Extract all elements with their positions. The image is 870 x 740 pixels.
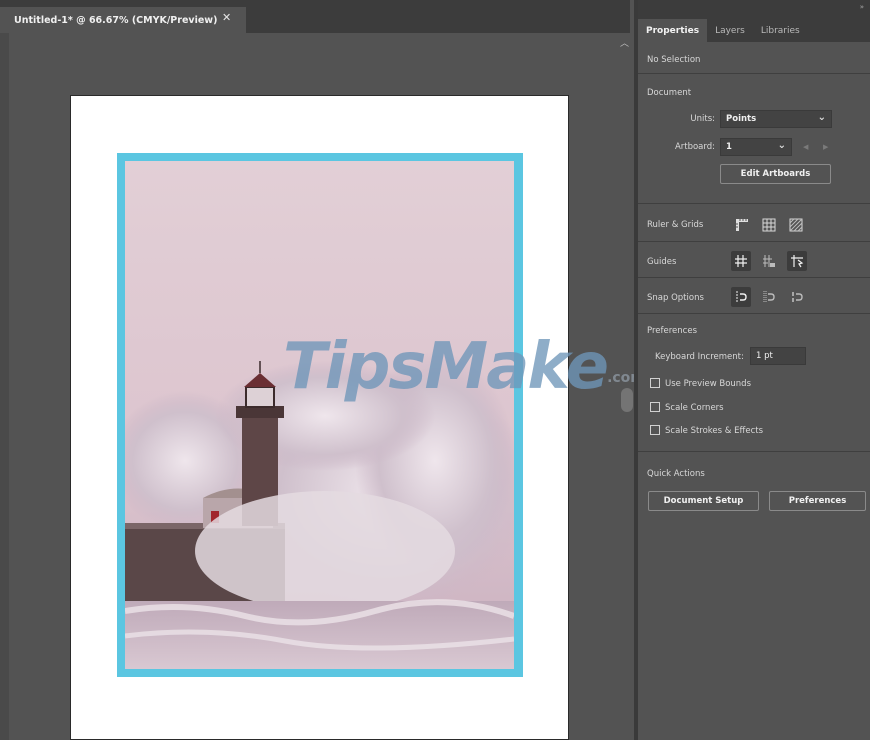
vertical-scrollbar-thumb[interactable] xyxy=(621,388,633,412)
smart-guides-icon[interactable] xyxy=(787,251,807,271)
section-title-ruler-grids: Ruler & Grids xyxy=(647,220,704,230)
document-setup-button[interactable]: Document Setup xyxy=(648,491,759,511)
tab-layers[interactable]: Layers xyxy=(707,19,753,42)
section-title-snap-options: Snap Options xyxy=(647,293,704,303)
section-title-quick-actions: Quick Actions xyxy=(647,469,705,479)
units-value: Points xyxy=(726,114,757,124)
snap-to-point-icon[interactable] xyxy=(731,287,751,307)
snap-to-glyph-icon[interactable] xyxy=(787,287,807,307)
properties-panel: » Properties Layers Libraries No Selecti… xyxy=(638,0,870,740)
tab-properties[interactable]: Properties xyxy=(638,19,708,42)
collapse-panel-icon[interactable]: » xyxy=(860,3,864,11)
section-title-document: Document xyxy=(647,88,692,98)
guides-icon[interactable] xyxy=(731,251,751,271)
use-preview-bounds-checkbox[interactable] xyxy=(650,378,660,388)
lock-guides-icon[interactable] xyxy=(759,251,779,271)
canvas-left-strip xyxy=(0,33,9,740)
section-title-preferences: Preferences xyxy=(647,326,697,336)
next-artboard-icon[interactable]: ▶ xyxy=(823,143,828,151)
document-tab[interactable]: Untitled-1* @ 66.67% (CMYK/Preview) ✕ xyxy=(0,7,246,33)
section-title-guides: Guides xyxy=(647,257,677,267)
scroll-up-arrow-icon[interactable]: ︿ xyxy=(620,36,629,49)
scale-strokes-effects-label: Scale Strokes & Effects xyxy=(665,426,764,436)
keyboard-increment-field[interactable]: 1 pt xyxy=(750,347,806,365)
selection-status: No Selection xyxy=(647,55,701,65)
artboard-dropdown[interactable]: 1 ⌄ xyxy=(720,138,792,156)
ruler-icon[interactable] xyxy=(732,215,752,235)
keyboard-increment-label: Keyboard Increment: xyxy=(655,352,744,362)
chevron-down-icon: ⌄ xyxy=(817,112,826,123)
scale-corners-checkbox[interactable] xyxy=(650,402,660,412)
lighthouse-photo xyxy=(125,161,514,669)
watermark-logo: TipsMake.com xyxy=(283,330,645,410)
document-tab-bar: Untitled-1* @ 66.67% (CMYK/Preview) ✕ xyxy=(0,0,630,33)
section-divider xyxy=(638,203,870,204)
close-icon[interactable]: ✕ xyxy=(222,11,231,24)
panel-tab-bar: Properties Layers Libraries xyxy=(638,19,870,42)
watermark-text: TipsMake xyxy=(283,330,609,404)
section-divider xyxy=(638,73,870,74)
artboard-label: Artboard: xyxy=(674,142,715,152)
grid-icon[interactable] xyxy=(759,215,779,235)
artboard-value: 1 xyxy=(726,142,732,152)
snap-to-pixel-icon[interactable] xyxy=(759,287,779,307)
panel-header-strip: » xyxy=(638,0,870,19)
scale-strokes-effects-checkbox[interactable] xyxy=(650,425,660,435)
scale-corners-label: Scale Corners xyxy=(665,403,724,413)
previous-artboard-icon[interactable]: ◀ xyxy=(803,143,808,151)
chevron-down-icon: ⌄ xyxy=(777,140,786,151)
tab-libraries[interactable]: Libraries xyxy=(753,19,808,42)
keyboard-increment-value: 1 pt xyxy=(756,351,773,361)
section-divider xyxy=(638,241,870,242)
placed-image-lighthouse[interactable] xyxy=(125,161,514,669)
section-divider xyxy=(638,451,870,452)
preferences-button[interactable]: Preferences xyxy=(769,491,866,511)
document-canvas[interactable]: Untitled-1* @ 66.67% (CMYK/Preview) ✕ Ti… xyxy=(0,0,645,740)
transparency-grid-icon[interactable] xyxy=(786,215,806,235)
section-divider xyxy=(638,277,870,278)
document-tab-title: Untitled-1* @ 66.67% (CMYK/Preview) xyxy=(14,14,218,26)
edit-artboards-button[interactable]: Edit Artboards xyxy=(720,164,831,184)
use-preview-bounds-label: Use Preview Bounds xyxy=(665,379,752,389)
units-dropdown[interactable]: Points ⌄ xyxy=(720,110,832,128)
units-label: Units: xyxy=(690,114,715,124)
section-divider xyxy=(638,313,870,314)
